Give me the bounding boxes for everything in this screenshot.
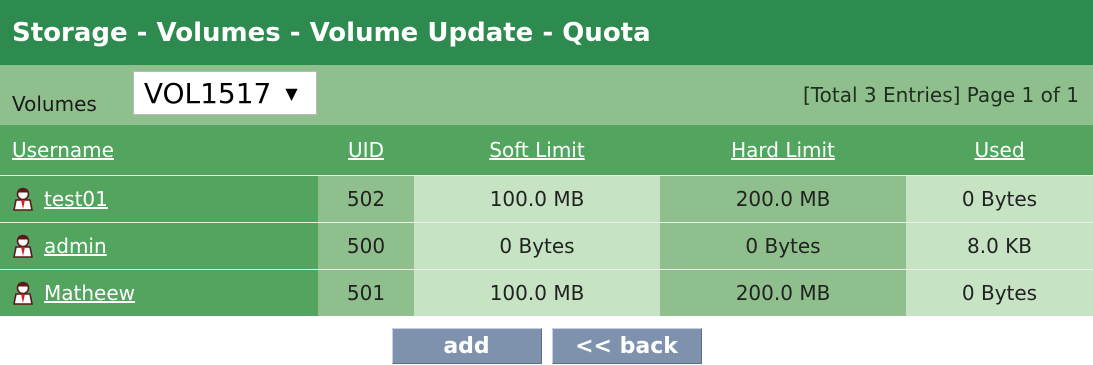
hard-limit-cell: 200.0 MB (660, 176, 906, 222)
used-cell: 0 Bytes (906, 176, 1093, 222)
sort-soft-limit-link[interactable]: Soft Limit (489, 138, 584, 162)
sort-uid-link[interactable]: UID (348, 138, 384, 162)
hard-limit-cell: 0 Bytes (660, 223, 906, 269)
username-link[interactable]: Matheew (44, 281, 135, 305)
soft-limit-cell: 100.0 MB (414, 176, 660, 222)
user-icon (13, 234, 33, 258)
page-info: [Total 3 Entries] Page 1 of 1 (803, 83, 1079, 107)
quota-panel: Storage - Volumes - Volume Update - Quot… (0, 0, 1093, 364)
volume-select[interactable]: VOL1517 ▼ (132, 71, 317, 115)
used-cell: 8.0 KB (906, 223, 1093, 269)
chevron-down-icon[interactable]: ▼ (285, 84, 297, 103)
page-title: Storage - Volumes - Volume Update - Quot… (0, 0, 1093, 65)
uid-cell: 500 (318, 223, 414, 269)
sort-hard-limit-link[interactable]: Hard Limit (731, 138, 835, 162)
add-button[interactable]: add (391, 328, 542, 364)
volumes-label: Volumes (12, 92, 97, 116)
toolbar: Volumes VOL1517 ▼ [Total 3 Entries] Page… (0, 65, 1093, 125)
soft-limit-cell: 0 Bytes (414, 223, 660, 269)
back-button[interactable]: << back (551, 328, 702, 364)
hard-limit-cell: 200.0 MB (660, 270, 906, 316)
uid-cell: 501 (318, 270, 414, 316)
soft-limit-cell: 100.0 MB (414, 270, 660, 316)
table-header: Username UID Soft Limit Hard Limit Used (0, 125, 1093, 175)
user-icon (13, 281, 33, 305)
table-row: Matheew 501 100.0 MB 200.0 MB 0 Bytes (0, 269, 1093, 316)
username-link[interactable]: test01 (44, 187, 108, 211)
used-cell: 0 Bytes (906, 270, 1093, 316)
username-link[interactable]: admin (44, 234, 107, 258)
table-row: admin 500 0 Bytes 0 Bytes 8.0 KB (0, 222, 1093, 269)
sort-username-link[interactable]: Username (12, 138, 114, 162)
user-icon (13, 187, 33, 211)
table-row: test01 502 100.0 MB 200.0 MB 0 Bytes (0, 175, 1093, 222)
action-buttons: add << back (0, 328, 1093, 364)
volume-select-value: VOL1517 (143, 76, 272, 110)
sort-used-link[interactable]: Used (974, 138, 1024, 162)
uid-cell: 502 (318, 176, 414, 222)
